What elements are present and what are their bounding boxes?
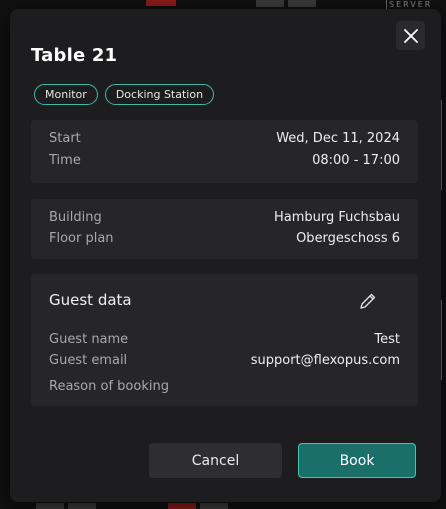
floor-plan-row: Floor plan Obergeschoss 6 (49, 231, 400, 246)
dialog-title: Table 21 (31, 45, 118, 66)
time-row: Time 08:00 - 17:00 (49, 153, 400, 168)
edit-guest-button[interactable] (358, 291, 378, 311)
guest-name-row: Guest name Test (49, 332, 400, 347)
floorplan-wall (386, 0, 387, 9)
floorplan-desk (146, 0, 176, 6)
floorplan-desk (288, 0, 316, 7)
location-card: Building Hamburg Fuchsbau Floor plan Obe… (31, 199, 418, 259)
building-value: Hamburg Fuchsbau (273, 210, 400, 225)
pencil-icon (360, 293, 376, 309)
floorplan-wall (441, 300, 442, 380)
start-label: Start (49, 131, 81, 146)
close-icon (403, 28, 418, 43)
guest-email-label: Guest email (49, 353, 128, 368)
start-value: Wed, Dec 11, 2024 (276, 131, 400, 146)
floorplan-desk (168, 503, 196, 509)
time-label: Time (49, 153, 81, 168)
guest-data-title: Guest data (49, 291, 132, 309)
booking-dialog: Table 21 Monitor Docking Station Start W… (10, 9, 441, 502)
equipment-tags: Monitor Docking Station (34, 84, 215, 105)
guest-data-card: Guest data Guest name Test Guest email s… (31, 274, 418, 406)
building-label: Building (49, 210, 102, 225)
guest-email-value: support@flexopus.com (250, 353, 400, 368)
reason-label: Reason of booking (49, 379, 169, 394)
floorplan-desk (200, 503, 228, 509)
close-button[interactable] (396, 21, 425, 50)
guest-email-row: Guest email support@flexopus.com (49, 353, 400, 368)
time-value: 08:00 - 17:00 (312, 153, 400, 168)
tag-docking-station: Docking Station (104, 84, 215, 105)
floor-plan-value: Obergeschoss 6 (296, 231, 400, 246)
floor-plan-label: Floor plan (49, 231, 114, 246)
floorplan-desk (36, 503, 64, 509)
book-button[interactable]: Book (298, 443, 416, 478)
start-row: Start Wed, Dec 11, 2024 (49, 131, 400, 146)
floorplan-desk (68, 503, 96, 509)
floorplan-wall (441, 100, 442, 190)
floorplan-desk (256, 0, 284, 7)
floorplan-room-label: SERVER (389, 0, 433, 9)
schedule-card: Start Wed, Dec 11, 2024 Time 08:00 - 17:… (31, 120, 418, 183)
guest-name-label: Guest name (49, 332, 129, 347)
guest-name-value: Test (374, 332, 400, 347)
building-row: Building Hamburg Fuchsbau (49, 210, 400, 225)
tag-monitor: Monitor (34, 84, 98, 105)
cancel-button[interactable]: Cancel (149, 443, 282, 478)
reason-row: Reason of booking (49, 379, 400, 394)
